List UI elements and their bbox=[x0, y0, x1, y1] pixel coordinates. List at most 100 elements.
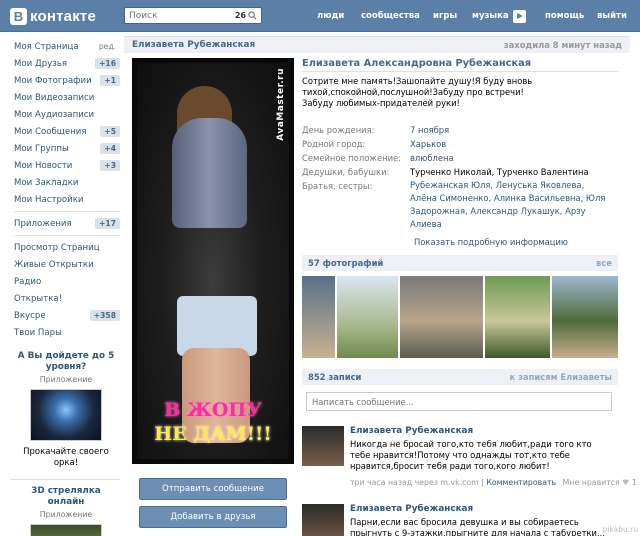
sidebar-item-bookmarks[interactable]: Мои Закладки bbox=[10, 174, 120, 191]
wall-post-input[interactable] bbox=[306, 392, 612, 411]
post-text: Никогда не бросай того,кто тебя любит,ра… bbox=[350, 439, 592, 471]
sidebar-item-label: Мои Закладки bbox=[14, 177, 79, 188]
play-icon[interactable] bbox=[512, 9, 526, 23]
sidebar-item-label: Живые Открытки bbox=[14, 259, 94, 270]
search-box: 26 bbox=[124, 7, 262, 24]
post-avatar[interactable] bbox=[302, 426, 344, 466]
ad-image[interactable] bbox=[30, 389, 102, 441]
sidebar-item-my-page[interactable]: Моя Страница ред. bbox=[10, 38, 120, 55]
wall-filter-link[interactable]: к записям Елизаветы bbox=[509, 372, 612, 382]
sidebar-item-label: Просмотр Страниц bbox=[14, 242, 100, 253]
sidebar-item-label: Мои Видеозаписи bbox=[14, 92, 95, 103]
profile-info-table: День рождения: 7 ноября Родной город: Харь… bbox=[302, 123, 618, 231]
sidebar-ad-2[interactable]: 3D стрелялка онлайн Приложение bbox=[10, 479, 120, 536]
photos-count-link[interactable]: 57 фотографий bbox=[308, 258, 383, 268]
sidebar-item-friends[interactable]: Мои Друзья +16 bbox=[10, 55, 120, 72]
nav-music-label: музыка bbox=[472, 11, 509, 21]
photo-thumb[interactable] bbox=[302, 276, 335, 358]
info-label: Семейное положение: bbox=[302, 153, 401, 163]
sidebar-item-videos[interactable]: Мои Видеозаписи bbox=[10, 89, 120, 106]
vk-logo[interactable]: В контакте bbox=[10, 6, 96, 26]
sidebar-item-radio[interactable]: Радио bbox=[10, 273, 120, 290]
info-value[interactable]: Рубежанская Юля, Ленуська Яковлева, Алён… bbox=[410, 179, 610, 231]
sidebar-item-pairs[interactable]: Твои Пары bbox=[10, 324, 120, 341]
info-value: Турченко Николай, Турченко Валентина bbox=[410, 167, 589, 177]
profile-info-column: Елизавета Александровна Рубежанская Сотр… bbox=[302, 58, 618, 247]
info-label: Дедушки, бабушки: bbox=[302, 167, 390, 177]
sidebar-item-label: Мои Друзья bbox=[14, 58, 68, 69]
ad-description: Прокачайте своего орка! bbox=[23, 447, 109, 468]
like-link[interactable]: Мне нравится bbox=[563, 478, 620, 487]
nav-games[interactable]: игры bbox=[433, 0, 457, 32]
sidebar-item-label: Открытка! bbox=[14, 293, 63, 304]
nav-logout[interactable]: выйти bbox=[597, 0, 627, 32]
sidebar-item-vkusre[interactable]: Вкусре +358 bbox=[10, 307, 120, 324]
counter-badge: +17 bbox=[95, 218, 120, 229]
profile-header-bar: Елизавета Рубежанская заходила 8 минут н… bbox=[124, 36, 630, 53]
nav-communities[interactable]: сообщества bbox=[361, 0, 420, 32]
send-message-button[interactable]: Отправить сообщение bbox=[139, 478, 287, 500]
info-value[interactable]: 7 ноября bbox=[410, 123, 449, 137]
sidebar-item-audio[interactable]: Мои Аудиозаписи bbox=[10, 106, 120, 123]
photo-caption-line-2: НЕ ДАМ!!! bbox=[154, 423, 272, 445]
heart-icon[interactable]: ♥ bbox=[622, 478, 629, 487]
photo-thumb[interactable] bbox=[399, 276, 483, 358]
search-count-value: 26 bbox=[234, 11, 246, 20]
edit-link[interactable]: ред. bbox=[95, 41, 120, 52]
info-value[interactable]: влюблена bbox=[410, 151, 454, 165]
info-row-birthday: День рождения: 7 ноября bbox=[302, 123, 618, 137]
left-sidebar: Моя Страница ред. Мои Друзья +16 Мои Фотог… bbox=[10, 38, 120, 536]
sidebar-ad-1[interactable]: А Вы дойдете до 5 уровня? Приложение Про… bbox=[10, 351, 120, 469]
wall-section-header: 852 записи к записям Елизаветы bbox=[302, 369, 618, 385]
post-time[interactable]: три часа назад через m.vk.com bbox=[350, 478, 479, 487]
like-count: 1 bbox=[631, 478, 637, 487]
photo-thumb[interactable] bbox=[551, 276, 618, 358]
site-watermark: pikabu.ru bbox=[602, 525, 638, 534]
post-author[interactable]: Елизавета Рубежанская bbox=[350, 504, 473, 514]
photos-all-link[interactable]: все bbox=[596, 258, 612, 268]
add-friend-button[interactable]: Добавить в друзья bbox=[139, 506, 287, 528]
sidebar-item-page-views[interactable]: Просмотр Страниц bbox=[10, 239, 120, 256]
sidebar-item-news[interactable]: Мои Новости +3 bbox=[10, 157, 120, 174]
sidebar-item-groups[interactable]: Мои Группы +4 bbox=[10, 140, 120, 157]
comment-link[interactable]: Комментировать bbox=[486, 478, 556, 487]
search-input[interactable] bbox=[129, 10, 229, 21]
profile-status[interactable]: Сотрите мне память!Зашопайте душу!Я буду… bbox=[302, 76, 552, 109]
photo-figure-shirt bbox=[172, 118, 247, 228]
ad-subtitle: Приложение bbox=[39, 510, 93, 519]
search-icon[interactable] bbox=[248, 11, 257, 20]
post-meta: три часа назад через m.vk.com | Комменти… bbox=[350, 478, 637, 487]
sidebar-divider bbox=[14, 235, 120, 236]
counter-badge: +5 bbox=[100, 126, 120, 137]
nav-help[interactable]: помощь bbox=[545, 0, 584, 32]
sidebar-item-live-cards[interactable]: Живые Открытки bbox=[10, 256, 120, 273]
profile-photo[interactable]: AvaMaster.ru В ЖОПУ НЕ ДАМ!!! bbox=[132, 58, 294, 464]
sidebar-item-apps[interactable]: Приложения +17 bbox=[10, 215, 120, 232]
info-row-grandparents: Дедушки, бабушки: Турченко Николай, Турче… bbox=[302, 165, 618, 179]
photo-thumb[interactable] bbox=[336, 276, 398, 358]
sidebar-item-settings[interactable]: Мои Настройки bbox=[10, 191, 120, 208]
post-text: Парни,если вас бросила девушка и вы соби… bbox=[350, 517, 605, 536]
nav-people[interactable]: люди bbox=[317, 0, 344, 32]
nav-music[interactable]: музыка bbox=[472, 0, 526, 32]
ad-image[interactable] bbox=[30, 524, 102, 536]
info-label: Родной город: bbox=[302, 139, 366, 149]
show-more-info-link[interactable]: Показать подробную информацию bbox=[414, 237, 618, 247]
sidebar-item-label: Мои Группы bbox=[14, 143, 69, 154]
photo-thumb[interactable] bbox=[484, 276, 550, 358]
sidebar-item-photos[interactable]: Мои Фотографии +1 bbox=[10, 72, 120, 89]
sidebar-item-postcard[interactable]: Открытка! bbox=[10, 290, 120, 307]
sidebar-item-label: Мои Новости bbox=[14, 160, 73, 171]
last-seen-status: заходила 8 минут назад bbox=[503, 40, 622, 50]
sidebar-item-label: Вкусре bbox=[14, 310, 46, 321]
ad-subtitle: Приложение bbox=[39, 375, 93, 384]
sidebar-item-messages[interactable]: Мои Сообщения +5 bbox=[10, 123, 120, 140]
ad-title[interactable]: А Вы дойдете до 5 уровня? bbox=[12, 351, 120, 373]
info-row-siblings: Братья, сестры: Рубежанская Юля, Ленуська… bbox=[302, 179, 618, 231]
post-avatar[interactable] bbox=[302, 504, 344, 536]
post-author[interactable]: Елизавета Рубежанская bbox=[350, 426, 473, 436]
ad-title[interactable]: 3D стрелялка онлайн bbox=[12, 486, 120, 508]
top-bar: В контакте 26 люди сообщества игры музык… bbox=[0, 0, 640, 32]
photo-watermark: AvaMaster.ru bbox=[276, 68, 286, 141]
info-value[interactable]: Харьков bbox=[410, 137, 446, 151]
